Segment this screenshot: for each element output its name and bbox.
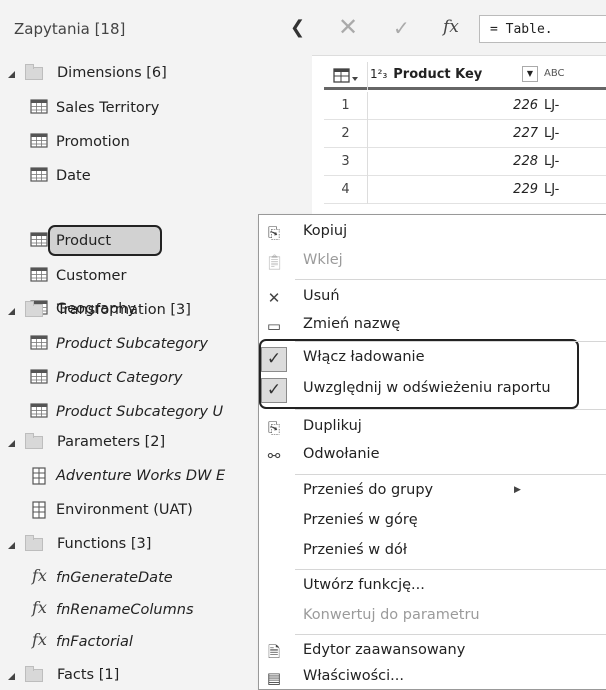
table-icon — [30, 403, 48, 419]
group-facts[interactable]: Facts [1] — [0, 659, 119, 690]
menu-item-convert-to-parameter[interactable]: Konwertuj do parametru — [259, 602, 606, 631]
query-item-date[interactable]: Date — [0, 160, 91, 192]
menu-item-move-to-group[interactable]: Przenieś do grupy ▶ — [259, 477, 606, 506]
rename-icon: ▭ — [266, 317, 282, 335]
group-functions[interactable]: Functions [3] — [0, 528, 151, 560]
menu-item-move-down[interactable]: Przenieś w dół — [259, 537, 606, 566]
folder-icon — [25, 432, 43, 449]
function-icon: fx — [32, 566, 47, 585]
properties-icon: ▤ — [266, 669, 282, 687]
fx-icon[interactable]: fx — [443, 17, 459, 37]
expand-triangle-icon[interactable] — [8, 308, 15, 315]
group-parameters[interactable]: Parameters [2] — [0, 426, 165, 458]
table-menu-icon[interactable] — [324, 62, 368, 90]
folder-icon — [25, 534, 43, 551]
duplicate-icon: ⎘ — [267, 419, 280, 437]
checkmark-icon: ✓ — [261, 347, 287, 372]
menu-separator — [295, 341, 606, 342]
expand-triangle-icon[interactable] — [8, 542, 15, 549]
expand-triangle-icon[interactable] — [8, 71, 15, 78]
parameter-icon — [30, 467, 48, 485]
menu-item-delete[interactable]: ✕ Usuń — [259, 283, 606, 312]
folder-icon — [25, 665, 43, 682]
query-item-environment[interactable]: Environment (UAT) — [0, 494, 193, 526]
folder-icon — [25, 63, 43, 80]
expand-triangle-icon[interactable] — [8, 440, 15, 447]
pane-title: Zapytania [18] — [14, 20, 126, 38]
menu-separator — [295, 279, 606, 280]
expand-triangle-icon[interactable] — [8, 673, 15, 680]
menu-item-include-in-report-refresh[interactable]: ✓ Uwzględnij w odświeżeniu raportu — [259, 375, 606, 404]
menu-separator — [295, 474, 606, 475]
context-menu: ⎘ Kopiuj 📋︎ Wklej ✕ Usuń ▭ Zmień nazwę ✓ Włąc… — [258, 214, 606, 690]
table-row[interactable]: 4 229 LJ- — [324, 176, 606, 204]
table-icon — [30, 335, 48, 351]
text-type-icon[interactable]: ABC — [544, 68, 565, 79]
table-icon — [30, 133, 48, 149]
query-item-fnrenamecolumns[interactable]: fx fnRenameColumns — [0, 594, 194, 626]
table-row[interactable]: 3 228 LJ- — [324, 148, 606, 176]
table-row[interactable]: 2 227 LJ- — [324, 120, 606, 148]
query-item-fnfactorial[interactable]: fx fnFactorial — [0, 626, 133, 658]
table-icon — [30, 267, 48, 283]
query-item-sales-territory[interactable]: Sales Territory — [0, 92, 159, 124]
reference-icon: ⚯ — [267, 447, 281, 465]
parameter-icon — [30, 501, 48, 519]
paste-icon: 📋︎ — [265, 253, 285, 271]
query-item-product[interactable]: Product — [0, 225, 111, 257]
menu-item-create-function[interactable]: Utwórz funkcję... — [259, 572, 606, 601]
menu-separator — [295, 409, 606, 410]
menu-item-rename[interactable]: ▭ Zmień nazwę — [259, 311, 606, 340]
folder-icon — [25, 300, 43, 317]
menu-item-advanced-editor[interactable]: 🗎︎ Edytor zaawansowany — [259, 637, 606, 666]
table-menu-glyph — [332, 68, 358, 83]
table-icon — [30, 369, 48, 385]
query-item-promotion[interactable]: Promotion — [0, 126, 130, 158]
close-icon[interactable]: ✕ — [338, 13, 358, 41]
delete-icon: ✕ — [267, 289, 281, 307]
submenu-arrow-icon: ▶ — [514, 485, 521, 495]
table-icon — [30, 167, 48, 183]
whole-number-type-icon[interactable]: 1²₃ — [370, 67, 387, 81]
formula-bar: ✕ ✓ fx = Table. — [312, 0, 606, 56]
table-icon — [30, 232, 48, 248]
menu-separator — [295, 634, 606, 635]
query-item-customer[interactable]: Customer — [0, 260, 126, 292]
formula-input[interactable]: = Table. — [479, 15, 606, 43]
column-filter-dropdown-icon[interactable]: ▼ — [522, 66, 538, 82]
query-item-product-category[interactable]: Product Category — [0, 362, 182, 394]
query-item-adventure-works-dw[interactable]: Adventure Works DW E — [0, 460, 225, 492]
table-row[interactable]: 1 226 LJ- — [324, 92, 606, 120]
group-dimensions[interactable]: Dimensions [6] — [0, 57, 167, 89]
checkmark-icon: ✓ — [261, 378, 287, 403]
check-icon[interactable]: ✓ — [393, 16, 410, 40]
collapse-pane-chevron-icon[interactable]: ❮ — [290, 17, 305, 38]
menu-separator — [295, 569, 606, 570]
function-icon: fx — [32, 598, 47, 617]
table-icon — [30, 99, 48, 115]
menu-item-reference[interactable]: ⚯ Odwołanie — [259, 441, 606, 470]
menu-item-enable-load[interactable]: ✓ Włącz ładowanie — [259, 344, 606, 373]
menu-item-paste[interactable]: 📋︎ Wklej — [259, 247, 606, 276]
group-transformation[interactable]: Transformation [3] — [0, 294, 191, 326]
query-item-product-subcategory-u[interactable]: Product Subcategory U — [0, 396, 223, 428]
grid-header: 1²₃ Product Key ▼ ABC — [324, 60, 606, 90]
query-item-fngeneratedate[interactable]: fx fnGenerateDate — [0, 562, 173, 594]
menu-item-duplicate[interactable]: ⎘ Duplikuj — [259, 413, 606, 442]
menu-item-properties[interactable]: ▤ Właściwości... — [259, 663, 606, 690]
advanced-editor-icon: 🗎︎ — [267, 643, 281, 661]
query-item-product-subcategory[interactable]: Product Subcategory — [0, 328, 208, 360]
copy-icon: ⎘ — [267, 224, 280, 242]
menu-item-move-up[interactable]: Przenieś w górę — [259, 507, 606, 536]
column-header-product-key[interactable]: 1²₃ Product Key — [370, 67, 482, 82]
function-icon: fx — [32, 630, 47, 649]
menu-item-copy[interactable]: ⎘ Kopiuj — [259, 218, 606, 247]
